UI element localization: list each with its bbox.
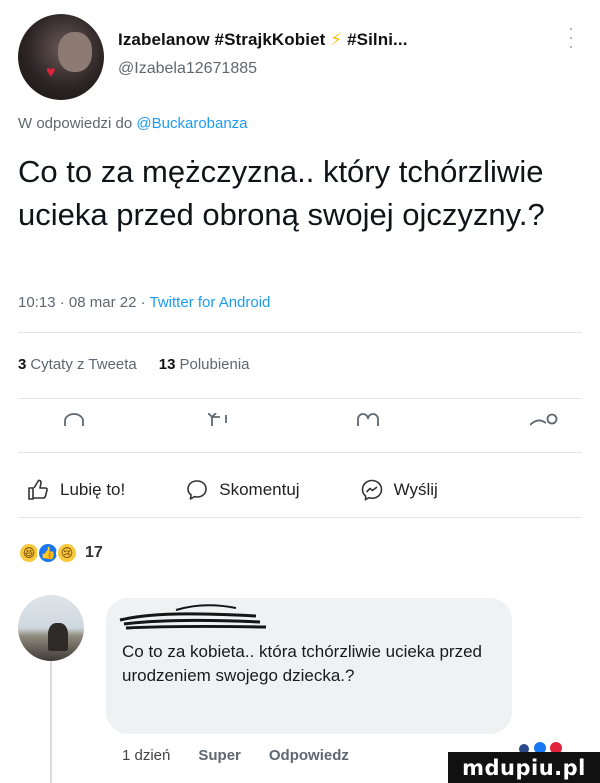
tweet-header: ♥ Izabelanow #StrajkKobiet ⚡ #Silni... @… bbox=[18, 14, 582, 100]
heart-icon: ♥ bbox=[46, 64, 56, 81]
author-block: Izabelanow #StrajkKobiet ⚡ #Silni... @Iz… bbox=[118, 30, 408, 78]
comment-button[interactable]: Skomentuj bbox=[185, 478, 300, 502]
display-name-text: Izabelanow #StrajkKobiet bbox=[118, 30, 331, 49]
tweet-date[interactable]: 08 mar 22 bbox=[69, 294, 137, 311]
avatar-figure bbox=[48, 623, 68, 651]
tweet-stats: 3 Cytaty z Tweeta 13 Polubienia bbox=[18, 356, 250, 373]
quotes-stat[interactable]: 3 Cytaty z Tweeta bbox=[18, 356, 137, 373]
watermark: mdupiu.pl bbox=[448, 752, 600, 783]
divider bbox=[18, 398, 582, 399]
divider bbox=[18, 452, 582, 453]
quotes-label: Cytaty z Tweeta bbox=[30, 356, 137, 373]
comment-time[interactable]: 1 dzień bbox=[122, 747, 170, 764]
tweet-author-avatar[interactable]: ♥ bbox=[18, 14, 104, 100]
divider bbox=[18, 517, 582, 518]
messenger-icon bbox=[361, 479, 382, 501]
retweet-icon[interactable] bbox=[208, 413, 234, 427]
tweet-time[interactable]: 10:13 bbox=[18, 294, 56, 311]
thumbs-up-icon bbox=[28, 479, 48, 500]
sad-reaction-icon: 😢 bbox=[56, 542, 78, 564]
like-label: Lubię to! bbox=[60, 480, 126, 499]
quotes-count: 3 bbox=[18, 356, 27, 373]
commenter-avatar[interactable] bbox=[18, 595, 84, 661]
like-icon[interactable] bbox=[356, 413, 382, 427]
reactions-summary[interactable]: 😆 👍 😢 17 bbox=[18, 540, 103, 566]
tweet-handle[interactable]: @Izabela12671885 bbox=[118, 60, 408, 78]
like-button[interactable]: Lubię to! bbox=[26, 478, 125, 502]
comment-bubble-icon bbox=[187, 480, 208, 500]
redaction-scribble bbox=[119, 604, 266, 630]
comment-text: Co to za kobieta.. która tchórzliwie uci… bbox=[122, 642, 483, 685]
tweet-actions bbox=[18, 413, 582, 433]
reply-prefix: W odpowiedzi do bbox=[18, 115, 137, 132]
display-name-tail: #Silni... bbox=[347, 30, 408, 49]
tweet-meta: 10:13 · 08 mar 22 · Twitter for Android bbox=[18, 294, 270, 311]
tweet-text: Co to za mężczyzna.. który tchórzliwie u… bbox=[18, 154, 545, 232]
meta-separator-2: · bbox=[140, 294, 146, 311]
comment-reply-button[interactable]: Odpowiedz bbox=[269, 747, 349, 764]
meta-separator: · bbox=[59, 294, 65, 311]
divider bbox=[18, 332, 582, 333]
fb-action-bar: Lubię to! Skomentuj Wyślij bbox=[18, 468, 582, 512]
tweet-display-name[interactable]: Izabelanow #StrajkKobiet ⚡ #Silni... bbox=[118, 30, 408, 50]
comment-bubble: Co to za kobieta.. która tchórzliwie uci… bbox=[106, 598, 512, 734]
send-label: Wyślij bbox=[393, 480, 438, 499]
send-button[interactable]: Wyślij bbox=[360, 478, 438, 502]
tweet-client-link[interactable]: Twitter for Android bbox=[150, 294, 271, 311]
reaction-count: 17 bbox=[85, 544, 103, 561]
bolt-icon: ⚡ bbox=[330, 30, 343, 49]
comment-like-button[interactable]: Super bbox=[198, 747, 241, 764]
thread-line bbox=[50, 660, 52, 783]
comment-footer: 1 dzień Super Odpowiedz bbox=[122, 747, 349, 764]
reply-mention-link[interactable]: @Buckarobanza bbox=[136, 115, 247, 132]
more-options-icon[interactable] bbox=[566, 28, 576, 48]
likes-count: 13 bbox=[158, 356, 176, 373]
avatar-face bbox=[58, 32, 92, 72]
reply-context: W odpowiedzi do @Buckarobanza bbox=[18, 115, 248, 132]
reply-icon[interactable] bbox=[63, 413, 85, 427]
comment-label: Skomentuj bbox=[219, 480, 300, 499]
share-icon[interactable] bbox=[530, 413, 560, 427]
likes-label: Polubienia bbox=[179, 356, 250, 373]
likes-stat[interactable]: 13 Polubienia bbox=[159, 356, 250, 373]
